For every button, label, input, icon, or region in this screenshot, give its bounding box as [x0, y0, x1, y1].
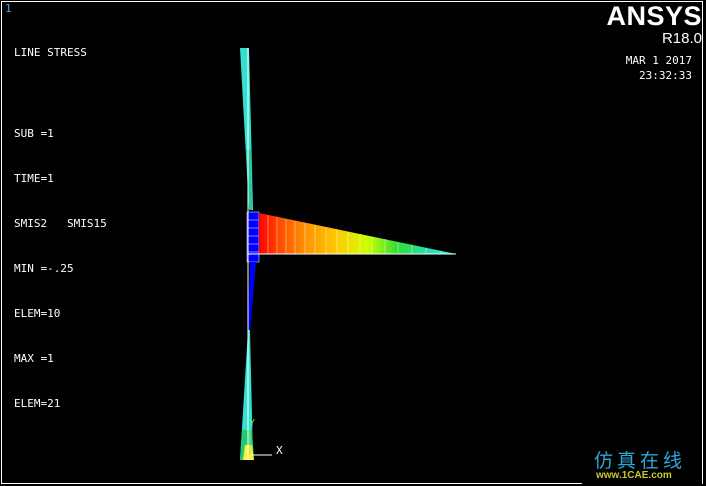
x-axis-label: X	[276, 444, 283, 457]
watermark-url: www.1CAE.com	[596, 470, 672, 481]
lower-column-stress	[248, 262, 256, 330]
stress-contour-plot[interactable]	[0, 0, 706, 486]
watermark: 仿真在线 www.1CAE.com	[582, 444, 702, 484]
upper-column-stress-band	[246, 150, 252, 210]
y-axis-label: Y	[249, 418, 256, 429]
beam-stress	[259, 213, 456, 254]
watermark-chinese: 仿真在线	[594, 450, 687, 472]
graphics-viewport[interactable]: 1 LINE STRESS SUB =1 TIME=1 SMIS2 SMIS15…	[0, 0, 706, 486]
